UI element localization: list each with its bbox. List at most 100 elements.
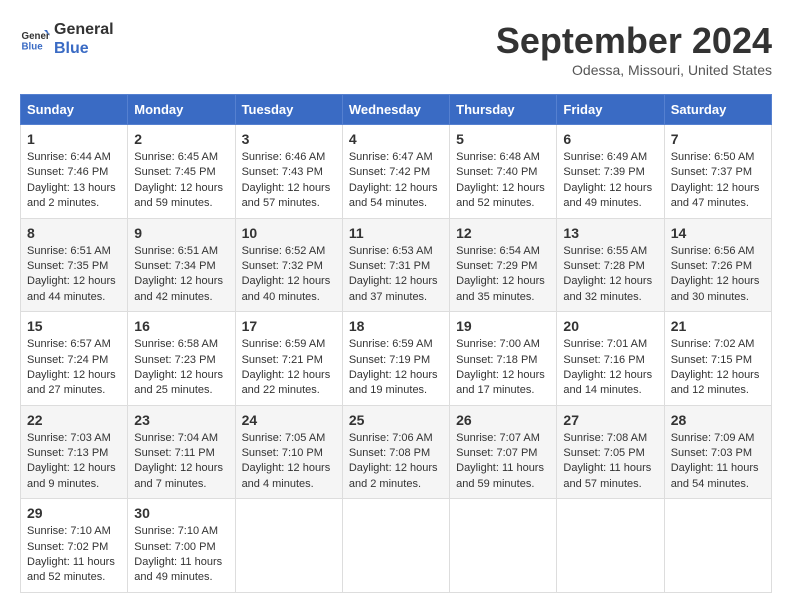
calendar-week-1: 1 Sunrise: 6:44 AM Sunset: 7:46 PM Daylig… bbox=[21, 125, 772, 219]
day-number: 22 bbox=[27, 412, 121, 428]
calendar-cell: 6 Sunrise: 6:49 AM Sunset: 7:39 PM Daylig… bbox=[557, 125, 664, 219]
day-info: Sunrise: 6:57 AM Sunset: 7:24 PM Dayligh… bbox=[27, 337, 121, 399]
col-saturday: Saturday bbox=[664, 95, 771, 125]
day-info: Sunrise: 7:03 AM Sunset: 7:13 PM Dayligh… bbox=[27, 431, 121, 493]
calendar-cell: 9Sunrise: 6:51 AM Sunset: 7:34 PM Daylig… bbox=[128, 218, 235, 312]
day-number: 17 bbox=[242, 318, 336, 334]
day-number: 7 bbox=[671, 131, 765, 147]
day-info: Sunrise: 6:52 AM Sunset: 7:32 PM Dayligh… bbox=[242, 244, 336, 306]
day-number: 2 bbox=[134, 131, 228, 147]
day-number: 24 bbox=[242, 412, 336, 428]
calendar-cell: 16 Sunrise: 6:58 AM Sunset: 7:23 PM Dayli… bbox=[128, 312, 235, 406]
calendar-cell: 10 Sunrise: 6:52 AM Sunset: 7:32 PM Dayli… bbox=[235, 218, 342, 312]
calendar-week-5: 29Sunrise: 7:10 AM Sunset: 7:02 PM Dayli… bbox=[21, 499, 772, 593]
calendar-cell: 7 Sunrise: 6:50 AM Sunset: 7:37 PM Daylig… bbox=[664, 125, 771, 219]
svg-text:General: General bbox=[22, 31, 51, 42]
calendar-cell: 19 Sunrise: 7:00 AM Sunset: 7:18 PM Dayli… bbox=[450, 312, 557, 406]
month-title: September 2024 bbox=[496, 20, 772, 62]
day-number: 23 bbox=[134, 412, 228, 428]
day-number: 3 bbox=[242, 131, 336, 147]
day-info: Sunrise: 7:10 AM Sunset: 7:00 PM Dayligh… bbox=[134, 524, 228, 586]
day-info: Sunrise: 6:45 AM Sunset: 7:45 PM Dayligh… bbox=[134, 150, 228, 212]
day-info: Sunrise: 6:50 AM Sunset: 7:37 PM Dayligh… bbox=[671, 150, 765, 212]
col-friday: Friday bbox=[557, 95, 664, 125]
day-info: Sunrise: 6:56 AM Sunset: 7:26 PM Dayligh… bbox=[671, 244, 765, 306]
calendar-cell: 20 Sunrise: 7:01 AM Sunset: 7:16 PM Dayli… bbox=[557, 312, 664, 406]
day-number: 14 bbox=[671, 225, 765, 241]
page-header: General Blue General Blue September 2024… bbox=[20, 20, 772, 78]
day-info: Sunrise: 6:46 AM Sunset: 7:43 PM Dayligh… bbox=[242, 150, 336, 212]
day-number: 8 bbox=[27, 225, 121, 241]
day-info: Sunrise: 6:48 AM Sunset: 7:40 PM Dayligh… bbox=[456, 150, 550, 212]
day-info: Sunrise: 6:53 AM Sunset: 7:31 PM Dayligh… bbox=[349, 244, 443, 306]
calendar-cell: 14 Sunrise: 6:56 AM Sunset: 7:26 PM Dayli… bbox=[664, 218, 771, 312]
calendar-cell: 26 Sunrise: 7:07 AM Sunset: 7:07 PM Dayli… bbox=[450, 405, 557, 499]
calendar-cell bbox=[664, 499, 771, 593]
header-row: Sunday Monday Tuesday Wednesday Thursday… bbox=[21, 95, 772, 125]
col-thursday: Thursday bbox=[450, 95, 557, 125]
day-number: 10 bbox=[242, 225, 336, 241]
day-number: 16 bbox=[134, 318, 228, 334]
day-info: Sunrise: 7:06 AM Sunset: 7:08 PM Dayligh… bbox=[349, 431, 443, 493]
col-wednesday: Wednesday bbox=[342, 95, 449, 125]
day-info: Sunrise: 7:09 AM Sunset: 7:03 PM Dayligh… bbox=[671, 431, 765, 493]
day-number: 9 bbox=[134, 225, 228, 241]
day-info: Sunrise: 7:04 AM Sunset: 7:11 PM Dayligh… bbox=[134, 431, 228, 493]
calendar-cell: 30 Sunrise: 7:10 AM Sunset: 7:00 PM Dayli… bbox=[128, 499, 235, 593]
day-number: 11 bbox=[349, 225, 443, 241]
logo-line2: Blue bbox=[54, 39, 114, 58]
day-info: Sunrise: 7:07 AM Sunset: 7:07 PM Dayligh… bbox=[456, 431, 550, 493]
calendar-cell bbox=[450, 499, 557, 593]
calendar-cell bbox=[235, 499, 342, 593]
day-number: 4 bbox=[349, 131, 443, 147]
day-number: 28 bbox=[671, 412, 765, 428]
day-info: Sunrise: 6:49 AM Sunset: 7:39 PM Dayligh… bbox=[563, 150, 657, 212]
calendar-cell: 4 Sunrise: 6:47 AM Sunset: 7:42 PM Daylig… bbox=[342, 125, 449, 219]
calendar-cell: 24 Sunrise: 7:05 AM Sunset: 7:10 PM Dayli… bbox=[235, 405, 342, 499]
calendar-cell: 5 Sunrise: 6:48 AM Sunset: 7:40 PM Daylig… bbox=[450, 125, 557, 219]
calendar-cell: 8Sunrise: 6:51 AM Sunset: 7:35 PM Daylig… bbox=[21, 218, 128, 312]
day-number: 19 bbox=[456, 318, 550, 334]
day-info: Sunrise: 7:05 AM Sunset: 7:10 PM Dayligh… bbox=[242, 431, 336, 493]
logo-line1: General bbox=[54, 20, 114, 39]
logo-icon: General Blue bbox=[20, 24, 50, 54]
day-number: 20 bbox=[563, 318, 657, 334]
day-number: 26 bbox=[456, 412, 550, 428]
day-info: Sunrise: 7:02 AM Sunset: 7:15 PM Dayligh… bbox=[671, 337, 765, 399]
day-info: Sunrise: 6:47 AM Sunset: 7:42 PM Dayligh… bbox=[349, 150, 443, 212]
day-info: Sunrise: 6:59 AM Sunset: 7:21 PM Dayligh… bbox=[242, 337, 336, 399]
day-number: 1 bbox=[27, 131, 121, 147]
day-info: Sunrise: 6:58 AM Sunset: 7:23 PM Dayligh… bbox=[134, 337, 228, 399]
calendar-cell: 1 Sunrise: 6:44 AM Sunset: 7:46 PM Daylig… bbox=[21, 125, 128, 219]
day-number: 27 bbox=[563, 412, 657, 428]
calendar-cell: 29Sunrise: 7:10 AM Sunset: 7:02 PM Dayli… bbox=[21, 499, 128, 593]
day-info: Sunrise: 7:01 AM Sunset: 7:16 PM Dayligh… bbox=[563, 337, 657, 399]
calendar-cell: 17 Sunrise: 6:59 AM Sunset: 7:21 PM Dayli… bbox=[235, 312, 342, 406]
day-number: 5 bbox=[456, 131, 550, 147]
day-number: 25 bbox=[349, 412, 443, 428]
calendar-week-3: 15 Sunrise: 6:57 AM Sunset: 7:24 PM Dayli… bbox=[21, 312, 772, 406]
day-info: Sunrise: 7:00 AM Sunset: 7:18 PM Dayligh… bbox=[456, 337, 550, 399]
calendar-cell bbox=[557, 499, 664, 593]
day-number: 21 bbox=[671, 318, 765, 334]
day-number: 30 bbox=[134, 505, 228, 521]
day-number: 15 bbox=[27, 318, 121, 334]
calendar-cell: 27 Sunrise: 7:08 AM Sunset: 7:05 PM Dayli… bbox=[557, 405, 664, 499]
svg-text:Blue: Blue bbox=[22, 42, 44, 53]
day-info: Sunrise: 7:08 AM Sunset: 7:05 PM Dayligh… bbox=[563, 431, 657, 493]
calendar-cell: 23 Sunrise: 7:04 AM Sunset: 7:11 PM Dayli… bbox=[128, 405, 235, 499]
col-monday: Monday bbox=[128, 95, 235, 125]
calendar-cell: 13Sunrise: 6:55 AM Sunset: 7:28 PM Dayli… bbox=[557, 218, 664, 312]
calendar-table: Sunday Monday Tuesday Wednesday Thursday… bbox=[20, 94, 772, 593]
day-number: 13 bbox=[563, 225, 657, 241]
location: Odessa, Missouri, United States bbox=[496, 62, 772, 78]
calendar-week-4: 22 Sunrise: 7:03 AM Sunset: 7:13 PM Dayli… bbox=[21, 405, 772, 499]
day-number: 6 bbox=[563, 131, 657, 147]
col-sunday: Sunday bbox=[21, 95, 128, 125]
calendar-cell: 11 Sunrise: 6:53 AM Sunset: 7:31 PM Dayli… bbox=[342, 218, 449, 312]
col-tuesday: Tuesday bbox=[235, 95, 342, 125]
calendar-cell bbox=[342, 499, 449, 593]
calendar-cell: 21 Sunrise: 7:02 AM Sunset: 7:15 PM Dayli… bbox=[664, 312, 771, 406]
day-info: Sunrise: 6:44 AM Sunset: 7:46 PM Dayligh… bbox=[27, 150, 121, 212]
calendar-cell: 2 Sunrise: 6:45 AM Sunset: 7:45 PM Daylig… bbox=[128, 125, 235, 219]
